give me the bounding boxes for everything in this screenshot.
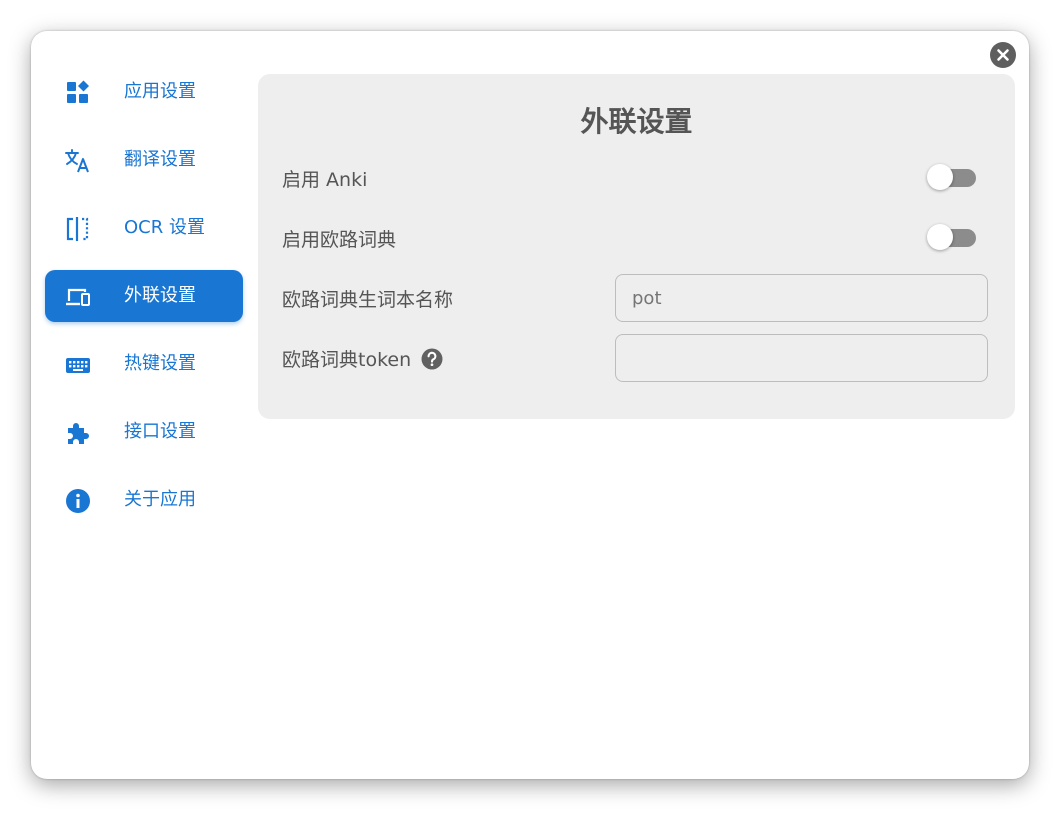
translate-icon: [65, 148, 91, 174]
settings-window: 应用设置 翻译设置 OCR 设置 外联设置 热键设置 接口设置 关于应用 外联设…: [31, 31, 1029, 779]
external-settings-panel: 外联设置 启用 Anki 启用欧路词典 欧路词典生词本名称 欧路词典token: [258, 74, 1015, 419]
sidebar-item-label: 翻译设置: [124, 149, 196, 170]
enable-eudic-label: 启用欧路词典: [282, 229, 397, 251]
close-button[interactable]: [990, 42, 1016, 68]
sidebar-item-label: 热键设置: [124, 353, 196, 374]
app-settings-icon: [65, 80, 91, 106]
sidebar-item-translate-settings[interactable]: 翻译设置: [45, 134, 243, 186]
sidebar-item-app-settings[interactable]: 应用设置: [45, 66, 243, 118]
enable-eudic-toggle[interactable]: [927, 224, 977, 252]
eudic-category-input[interactable]: [615, 274, 988, 322]
eudic-token-label-row: 欧路词典token: [282, 348, 443, 372]
ocr-icon: [65, 216, 91, 242]
close-icon: [997, 49, 1009, 61]
help-icon[interactable]: [421, 348, 443, 370]
devices-icon: [65, 284, 91, 310]
page-title: 外联设置: [580, 105, 693, 138]
toggle-thumb: [927, 164, 953, 190]
eudic-token-label: 欧路词典token: [282, 349, 412, 371]
sidebar-item-label: OCR 设置: [124, 217, 205, 238]
sidebar-item-about[interactable]: 关于应用: [45, 474, 243, 526]
sidebar-nav: 应用设置 翻译设置 OCR 设置 外联设置 热键设置 接口设置 关于应用: [45, 66, 243, 542]
keyboard-icon: [65, 352, 91, 378]
sidebar-item-label: 关于应用: [124, 489, 196, 510]
sidebar-item-ocr-settings[interactable]: OCR 设置: [45, 202, 243, 254]
puzzle-icon: [65, 420, 91, 446]
info-icon: [65, 488, 91, 514]
toggle-thumb: [927, 224, 953, 250]
sidebar-item-api-settings[interactable]: 接口设置: [45, 406, 243, 458]
sidebar-item-label: 应用设置: [124, 81, 196, 102]
sidebar-item-hotkey-settings[interactable]: 热键设置: [45, 338, 243, 390]
enable-anki-toggle[interactable]: [927, 164, 977, 192]
sidebar-item-label: 外联设置: [124, 285, 196, 306]
sidebar-item-external-settings[interactable]: 外联设置: [45, 270, 243, 322]
eudic-category-label: 欧路词典生词本名称: [282, 289, 454, 311]
eudic-token-input[interactable]: [615, 334, 988, 382]
enable-anki-label: 启用 Anki: [282, 169, 368, 191]
sidebar-item-label: 接口设置: [124, 421, 196, 442]
